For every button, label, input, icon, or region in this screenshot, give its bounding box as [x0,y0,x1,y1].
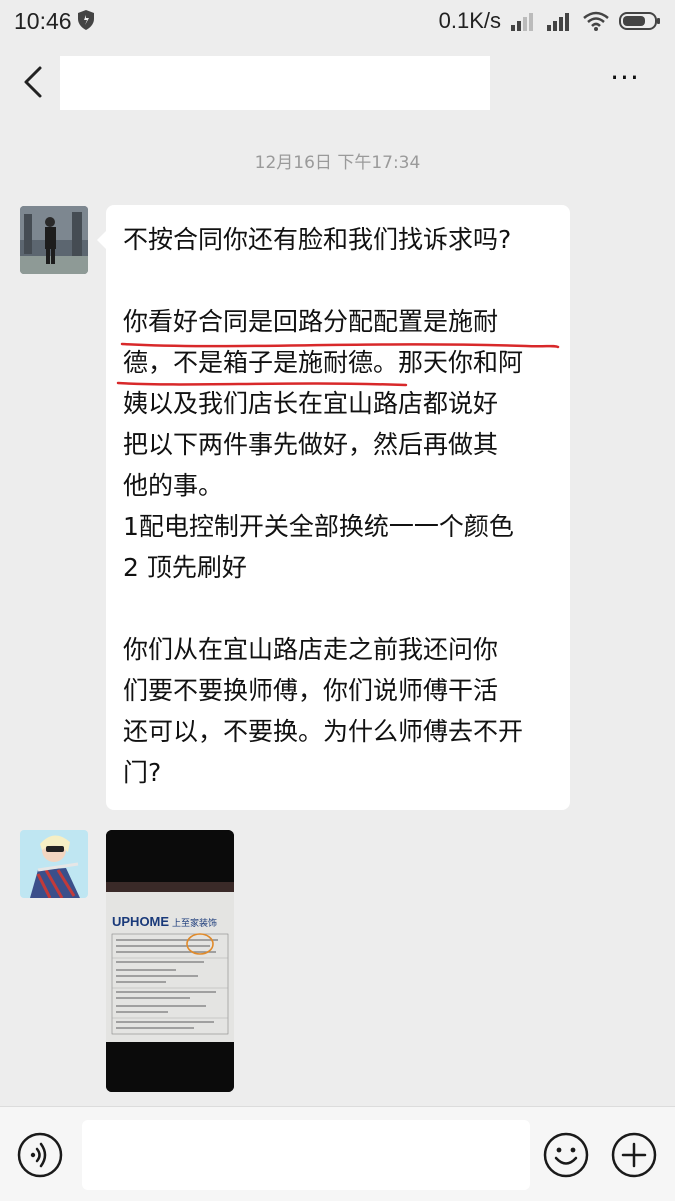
add-icon[interactable] [610,1131,658,1179]
avatar[interactable] [20,206,88,274]
voice-input-icon[interactable] [16,1131,64,1179]
shield-icon [78,10,94,30]
document-photo: UPHOME 上至家装饰 [106,830,234,1092]
avatar-photo [20,206,88,274]
brand-logo-cn: 上至家装饰 [172,917,217,929]
more-options-icon[interactable]: ··· [605,64,645,98]
emoji-icon[interactable] [542,1131,590,1179]
message-line: 门? [123,758,162,787]
message-line: 你看好合同是回路分配配置是施耐 [123,307,499,336]
message-line: 们要不要换师傅，你们说师傅干活 [123,676,499,705]
message-line [123,588,556,629]
brand-logo: UPHOME [112,914,169,929]
signal-icon [547,13,569,31]
avatar-photo [20,830,88,898]
message-bubble[interactable]: 不按合同你还有脸和我们找诉求吗? 你看好合同是回路分配配置是施耐 德，不是箱子是… [97,205,570,810]
message-line: 德，不是箱子是施耐德。那天你和阿 [123,348,524,377]
clock: 10:46 [14,8,72,34]
avatar[interactable] [20,830,88,898]
message-line: 把以下两件事先做好，然后再做其 [123,430,499,459]
message-line: 1配电控制开关全部换统一一个颜色 [123,512,514,541]
chat-title [60,56,490,110]
wifi-icon [583,11,609,31]
signal-icon [511,13,533,31]
battery-icon [619,12,660,30]
image-message[interactable]: UPHOME 上至家装饰 [106,830,234,1092]
message-line: 还可以，不要换。为什么师傅去不开 [123,717,524,746]
message-line: 不按合同你还有脸和我们找诉求吗? [123,225,512,254]
status-icons: 0.1K/s [439,8,661,34]
chat-input-bar [0,1106,675,1201]
message-line: 姨以及我们店长在宜山路店都说好 [123,389,499,418]
chat-header: ··· [0,42,675,122]
back-arrow-icon[interactable] [18,62,54,102]
message-line [123,260,556,301]
message-timestamp: 12月16日 下午17:34 [254,153,421,173]
status-bar: 10:46 0.1K/s [0,0,675,42]
message-input[interactable] [82,1120,530,1190]
message-line: 他的事。 [123,471,224,500]
net-speed: 0.1K/s [438,8,501,33]
message-line: 你们从在宜山路店走之前我还问你 [123,635,499,664]
message-line: 2 顶先刷好 [123,553,247,582]
